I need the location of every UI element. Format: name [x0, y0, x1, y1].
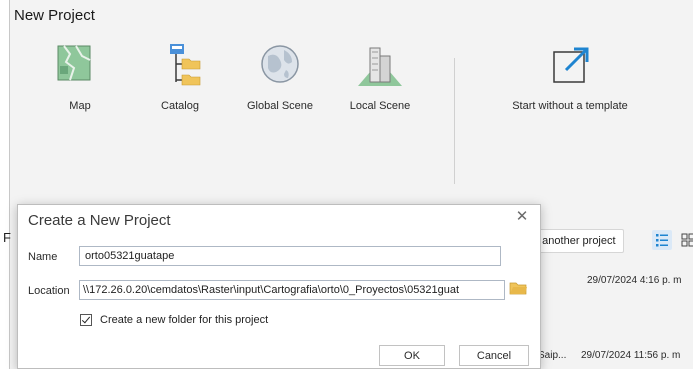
section-heading-partial: F	[3, 230, 11, 245]
grid-view-icon[interactable]	[681, 232, 693, 248]
create-project-dialog: Create a New Project ✕ Name Location Cre…	[17, 204, 541, 369]
open-arrow-icon	[546, 42, 594, 90]
local-scene-icon	[356, 42, 404, 90]
ok-button[interactable]: OK	[379, 345, 445, 366]
project-name-input[interactable]	[79, 246, 501, 266]
browse-folder-icon[interactable]	[509, 280, 527, 296]
map-icon	[56, 42, 104, 90]
location-label: Location	[28, 285, 70, 297]
recent-project-date: 29/07/2024 4:16 p. m	[587, 275, 682, 286]
dialog-title: Create a New Project	[28, 212, 171, 229]
open-another-project-button[interactable]: n another project	[533, 229, 624, 253]
list-view-icon[interactable]	[652, 230, 672, 250]
tile-label: Catalog	[161, 100, 199, 112]
new-project-window: New Project Map Catalog Global Scene Loc…	[0, 0, 693, 369]
globe-icon	[256, 42, 304, 90]
project-location-input[interactable]	[79, 280, 505, 300]
tiles-divider	[454, 58, 455, 184]
close-icon[interactable]: ✕	[514, 209, 530, 225]
create-folder-option[interactable]: Create a new folder for this project	[80, 314, 268, 326]
create-folder-checkbox[interactable]	[80, 314, 92, 326]
tile-map[interactable]: Map	[30, 42, 130, 112]
create-folder-label: Create a new folder for this project	[100, 314, 269, 326]
recent-project-date: 29/07/2024 11:56 p. m	[581, 350, 681, 361]
tile-label: Map	[69, 100, 91, 112]
tile-global-scene[interactable]: Global Scene	[230, 42, 330, 112]
tile-catalog[interactable]: Catalog	[130, 42, 230, 112]
tile-start-without-template[interactable]: Start without a template	[505, 42, 635, 112]
tile-local-scene[interactable]: Local Scene	[330, 42, 430, 112]
tile-label: Start without a template	[512, 100, 628, 112]
tile-label: Local Scene	[349, 100, 411, 112]
window-title: New Project	[14, 7, 95, 24]
tile-label: Global Scene	[246, 100, 314, 112]
catalog-icon	[156, 42, 204, 90]
cancel-button[interactable]: Cancel	[459, 345, 529, 366]
recent-project-partial-name: Saip...	[538, 350, 567, 361]
name-label: Name	[28, 251, 58, 263]
